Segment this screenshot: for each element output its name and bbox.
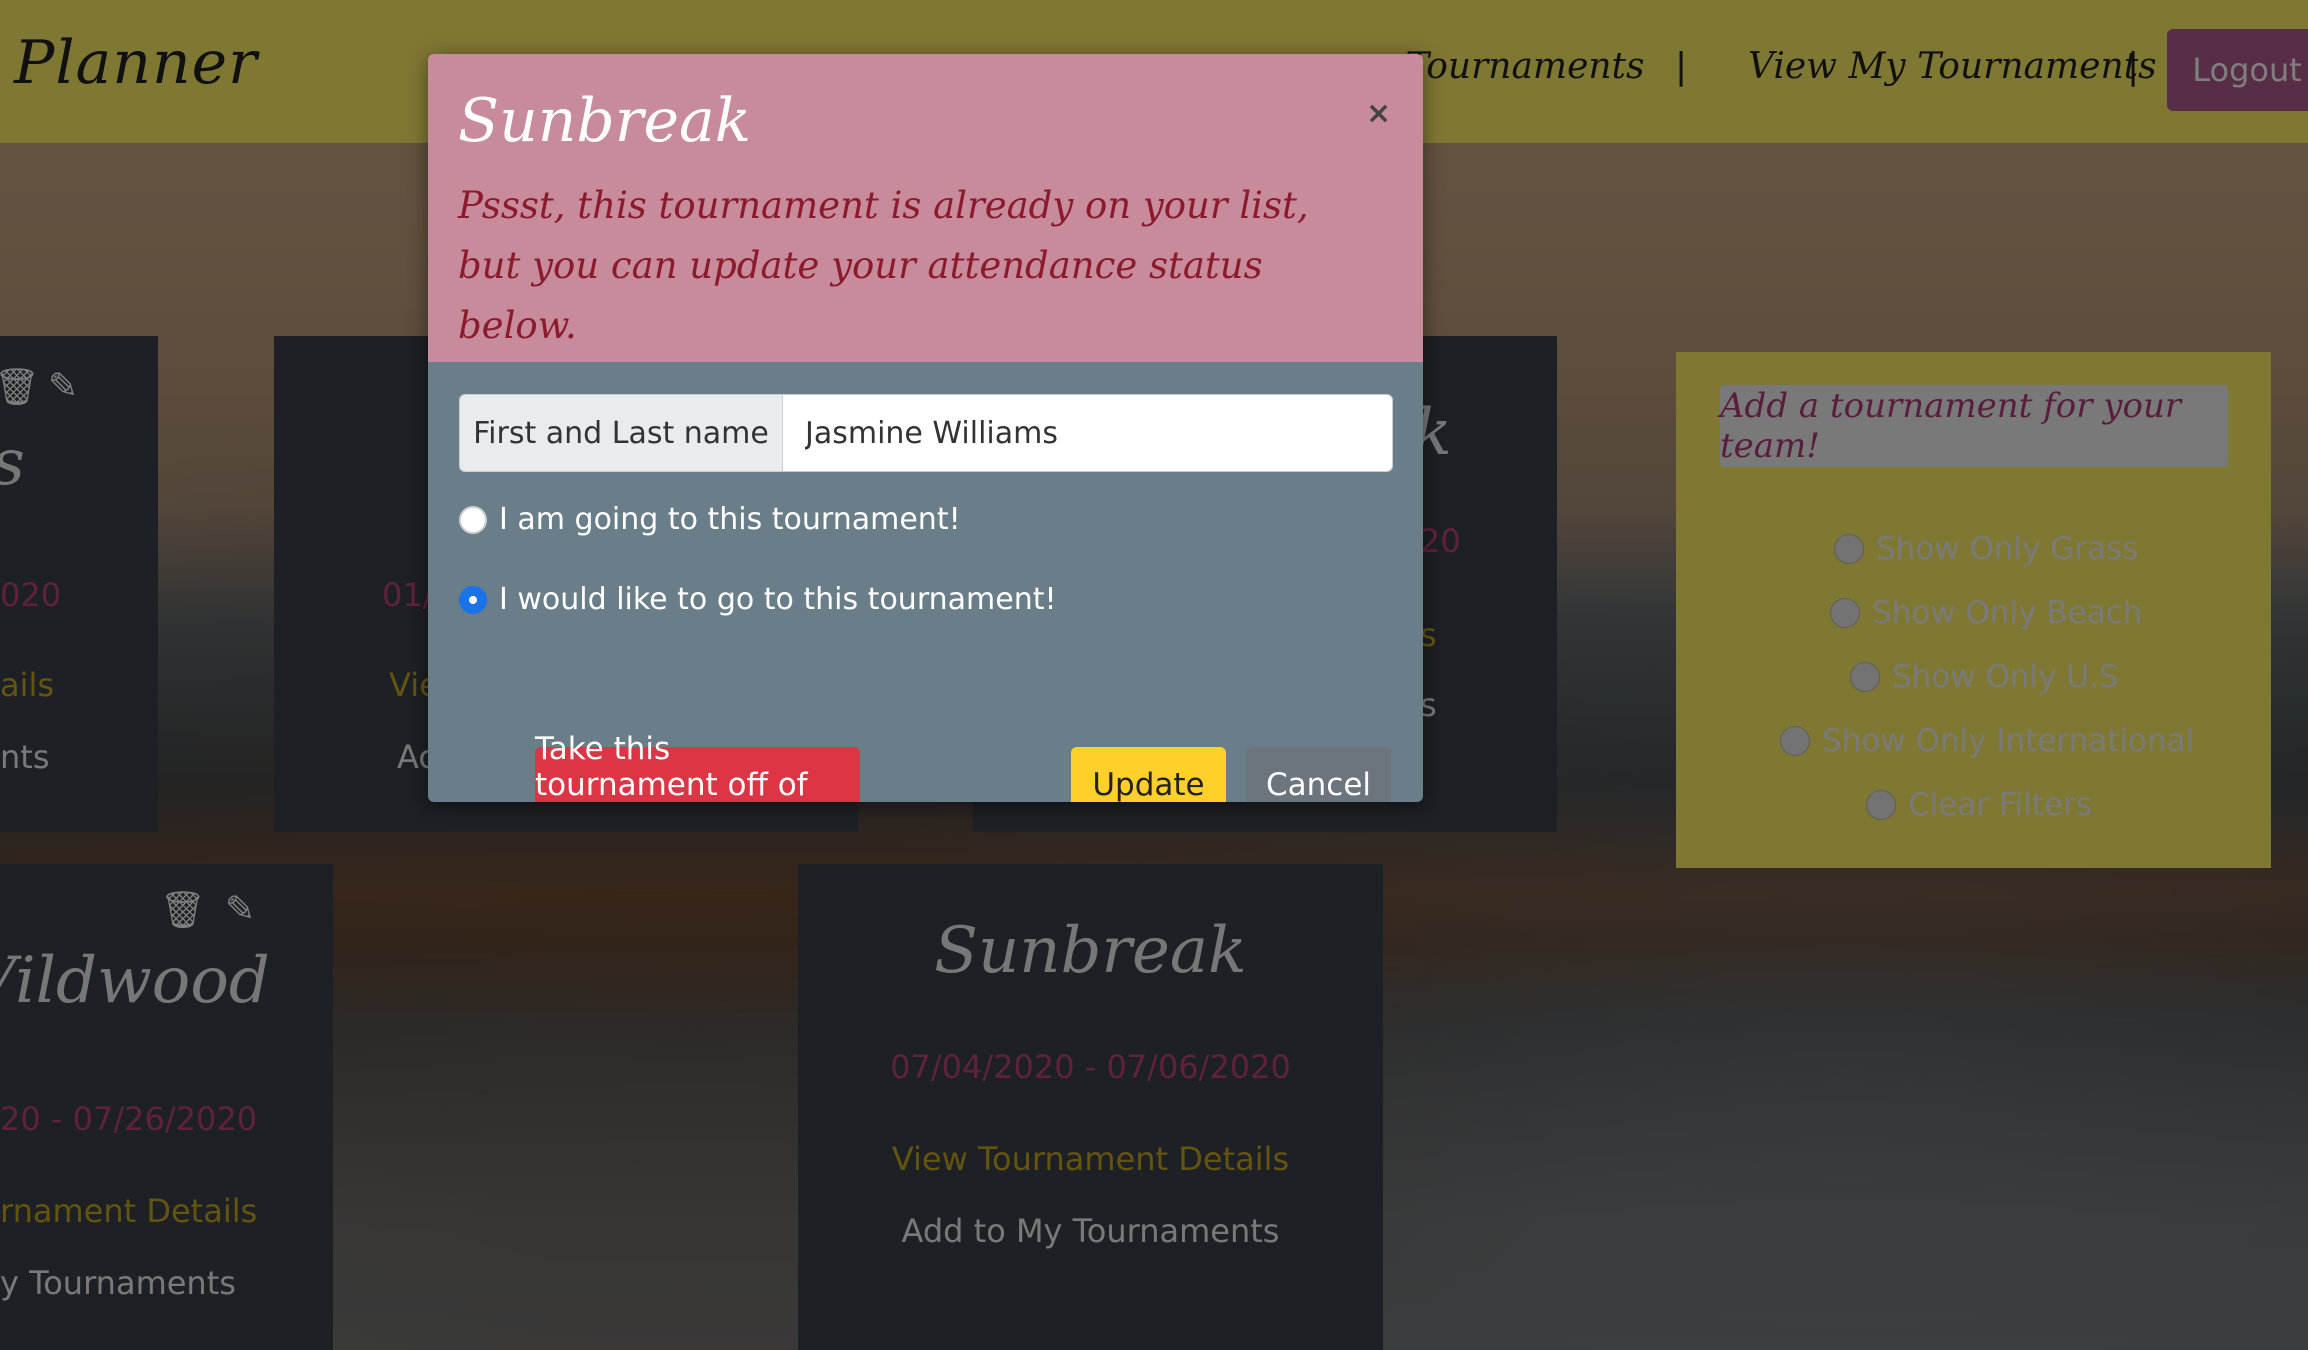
cancel-button[interactable]: Cancel [1246,747,1391,802]
name-input[interactable] [783,395,1392,471]
radio-going[interactable]: I am going to this tournament! [459,502,961,537]
modal-title: Sunbreak [458,86,752,156]
radio-going-label: I am going to this tournament! [499,502,961,537]
remove-tournament-button[interactable]: Take this tournament off of my list. [535,731,860,802]
radio-icon[interactable] [459,505,487,534]
radio-checked-icon[interactable] [459,585,487,614]
update-button[interactable]: Update [1071,747,1226,802]
attendance-modal: Sunbreak × Pssst, this tournament is alr… [428,54,1423,802]
modal-message: Pssst, this tournament is already on you… [458,184,1309,347]
radio-would-like[interactable]: I would like to go to this tournament! [459,582,1057,617]
name-input-group: First and Last name [459,394,1393,472]
close-icon[interactable]: × [1366,96,1391,131]
radio-would-like-label: I would like to go to this tournament! [499,582,1057,617]
modal-header: Sunbreak × Pssst, this tournament is alr… [428,54,1423,362]
name-label: First and Last name [460,395,783,471]
modal-body: First and Last name I am going to this t… [428,362,1423,802]
